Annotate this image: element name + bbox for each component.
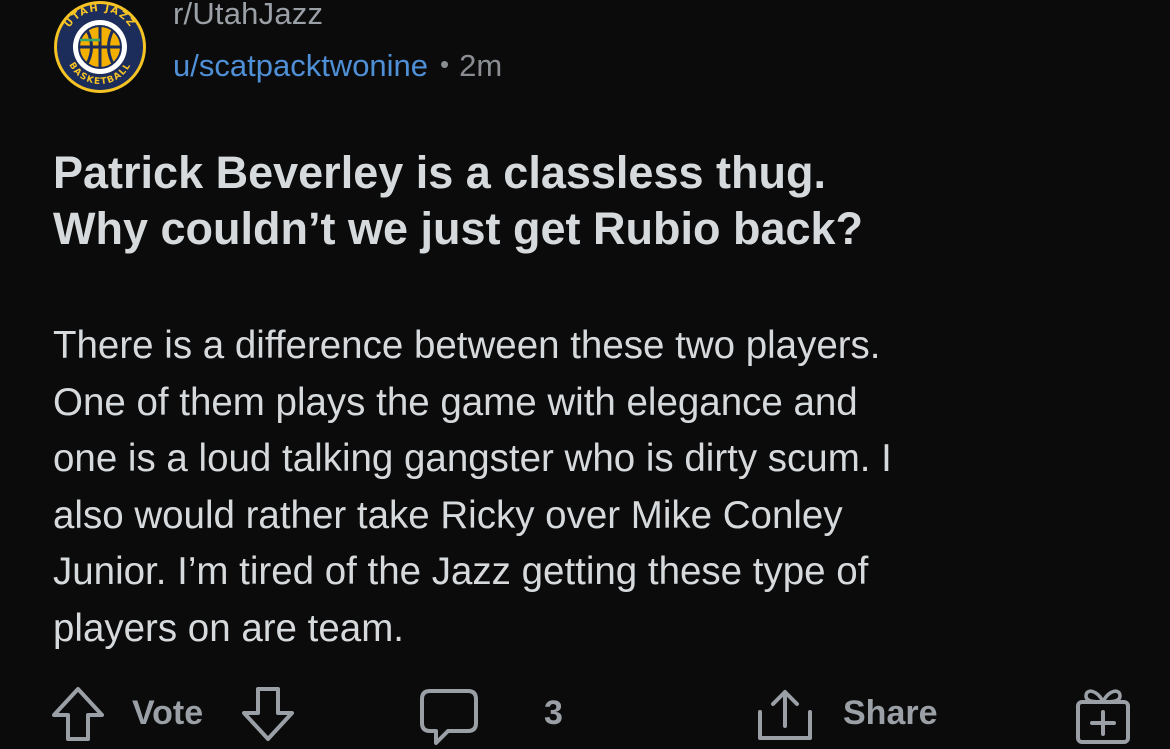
post-age: 2m [459,48,503,83]
share-button[interactable] [754,686,816,744]
arrow-down-outline-icon [242,687,294,741]
arrow-up-outline-icon [52,687,104,741]
comment-bubble-icon [420,689,478,745]
post-body-line: There is a difference between these two … [53,324,881,367]
meta-separator: • [440,49,450,79]
post-body-line: one is a loud talking gangster who is di… [53,437,892,480]
downvote-button[interactable] [240,685,296,743]
post-body-line: One of them plays the game with elegance… [53,380,858,424]
post-action-bar: Vote 3 Share [0,680,1170,749]
share-arrow-icon [758,690,812,740]
post-title-line: Why couldn’t we just get Rubio back? [53,203,864,254]
post-body-line: players on are team. [53,606,404,650]
post-body: There is a difference between these two … [53,318,1153,657]
author-link[interactable]: u/scatpacktwonine [173,48,428,83]
vote-label: Vote [132,694,204,732]
post-body-line: Junior. I’m tired of the Jazz getting th… [53,550,869,593]
comment-count: 3 [544,694,563,732]
post-header: UTAH JAZZ BASKETBALL r/UtahJazz u/scatpa… [50,0,950,100]
post-title-line: Patrick Beverley is a classless thug. [53,147,826,198]
post-title[interactable]: Patrick Beverley is a classless thug. Wh… [53,145,1153,257]
utah-jazz-logo-icon: UTAH JAZZ BASKETBALL [54,1,146,93]
subreddit-name[interactable]: r/UtahJazz [173,0,323,32]
gift-award-icon [1076,689,1130,744]
subreddit-avatar[interactable]: UTAH JAZZ BASKETBALL [50,0,150,95]
post-meta: u/scatpacktwonine • 2m [173,48,502,84]
upvote-button[interactable] [50,685,106,743]
post-card: UTAH JAZZ BASKETBALL r/UtahJazz u/scatpa… [0,0,1170,749]
award-button[interactable] [1072,684,1134,746]
post-body-line: also would rather take Ricky over Mike C… [53,493,843,537]
share-label: Share [843,694,938,732]
comments-button[interactable] [418,687,480,747]
